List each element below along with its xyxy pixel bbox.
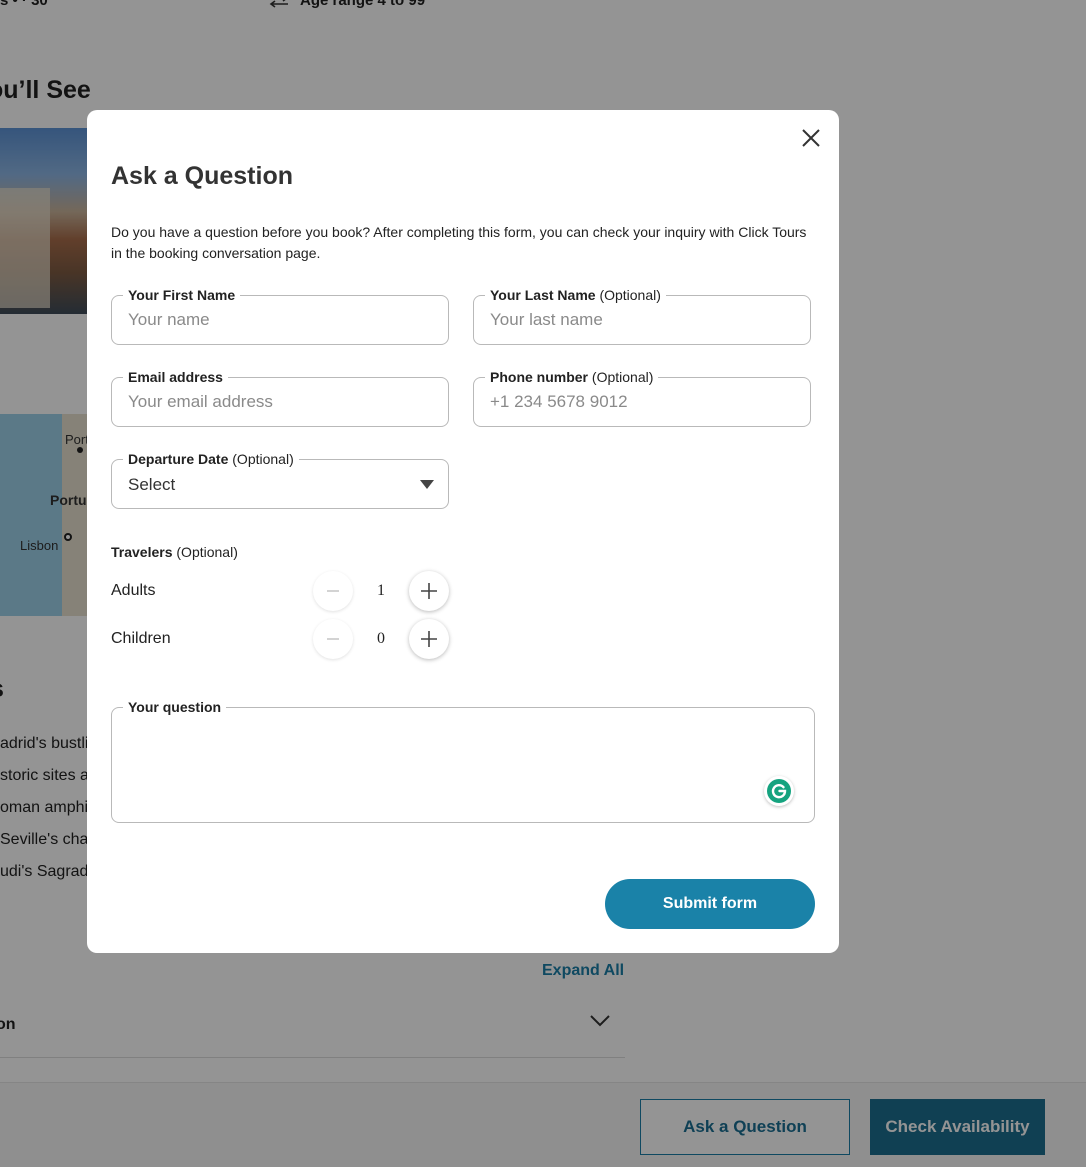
adults-count: 1 bbox=[377, 582, 385, 599]
last-name-input[interactable] bbox=[490, 296, 794, 344]
question-label: Your question bbox=[123, 698, 227, 716]
children-label: Children bbox=[111, 630, 171, 647]
travelers-label: Travelers (Optional) bbox=[111, 544, 238, 560]
first-name-field: Your First Name bbox=[111, 286, 449, 345]
submit-form-button[interactable]: Submit form bbox=[605, 879, 815, 929]
plus-icon bbox=[421, 583, 437, 599]
question-textarea[interactable] bbox=[128, 724, 798, 808]
adults-row: Adults 1 bbox=[111, 571, 451, 611]
close-icon bbox=[802, 129, 820, 147]
first-name-input[interactable] bbox=[128, 296, 432, 344]
grammarly-button[interactable] bbox=[764, 776, 794, 806]
plus-icon bbox=[421, 631, 437, 647]
children-decrement-button[interactable] bbox=[313, 619, 353, 659]
caret-down-icon bbox=[420, 480, 434, 489]
modal-title: Ask a Question bbox=[111, 162, 293, 190]
email-field: Email address bbox=[111, 368, 449, 427]
adults-increment-button[interactable] bbox=[409, 571, 449, 611]
children-count: 0 bbox=[377, 630, 385, 647]
email-input[interactable] bbox=[128, 378, 432, 426]
question-field: Your question bbox=[111, 698, 815, 823]
last-name-field: Your Last Name (Optional) bbox=[473, 286, 811, 345]
minus-icon bbox=[327, 590, 339, 592]
departure-date-select[interactable]: Departure Date (Optional) Select bbox=[111, 450, 449, 509]
phone-field: Phone number (Optional) bbox=[473, 368, 811, 427]
children-increment-button[interactable] bbox=[409, 619, 449, 659]
adults-decrement-button[interactable] bbox=[313, 571, 353, 611]
ask-question-modal: Ask a Question Do you have a question be… bbox=[87, 110, 839, 953]
departure-date-value: Select bbox=[128, 475, 176, 494]
grammarly-icon bbox=[767, 779, 791, 803]
minus-icon bbox=[327, 638, 339, 640]
departure-date-label: Departure Date (Optional) bbox=[123, 450, 299, 468]
adults-label: Adults bbox=[111, 582, 156, 599]
close-button[interactable] bbox=[799, 126, 823, 150]
modal-description: Do you have a question before you book? … bbox=[111, 224, 807, 261]
phone-input[interactable] bbox=[490, 378, 794, 426]
children-row: Children 0 bbox=[111, 619, 451, 659]
